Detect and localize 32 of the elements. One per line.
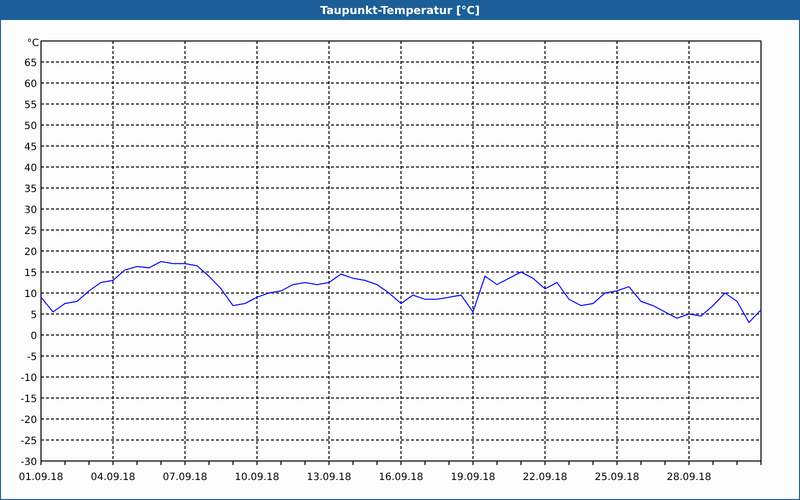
x-tick-label: 04.09.18 [90, 472, 136, 483]
y-tick-label: -20 [20, 415, 37, 426]
y-tick-label: 25 [24, 226, 37, 237]
y-tick-label: -30 [20, 457, 37, 468]
x-tick-label: 10.09.18 [234, 472, 280, 483]
x-tick-label: 13.09.18 [306, 472, 352, 483]
y-tick-label: 40 [24, 163, 37, 174]
y-tick-label: 45 [24, 142, 37, 153]
y-tick-label: 20 [24, 247, 37, 258]
y-tick-label: 65 [24, 58, 37, 69]
x-tick-label: 16.09.18 [378, 472, 424, 483]
y-tick-label: -10 [20, 373, 37, 384]
y-tick-label: 15 [24, 268, 37, 279]
y-tick-label: -15 [20, 394, 37, 405]
window-title: Taupunkt-Temperatur [°C] [1, 1, 799, 20]
y-tick-label: 55 [24, 100, 37, 111]
y-tick-label: 60 [24, 79, 37, 90]
x-tick-label: 28.09.18 [666, 472, 712, 483]
y-tick-label: 50 [24, 121, 37, 132]
x-tick-label: 07.09.18 [162, 472, 208, 483]
y-tick-label: 5 [30, 310, 37, 321]
x-tick-label: 25.09.18 [594, 472, 640, 483]
y-tick-label: 10 [24, 289, 37, 300]
x-tick-label: 01.09.18 [18, 472, 64, 483]
x-tick-label: 22.09.18 [522, 472, 568, 483]
x-tick-label: 19.09.18 [450, 472, 496, 483]
y-tick-label: 30 [24, 205, 37, 216]
y-tick-label: 35 [24, 184, 37, 195]
y-tick-label: -25 [20, 436, 37, 447]
y-tick-label: 0 [30, 331, 37, 342]
y-tick-label: -5 [27, 352, 37, 363]
y-axis-unit: °C [27, 38, 39, 49]
